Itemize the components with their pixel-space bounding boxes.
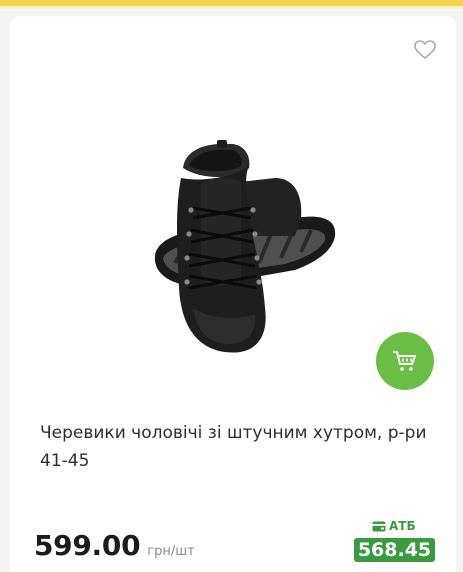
favorite-heart-icon[interactable] — [414, 40, 436, 60]
club-price-label: АТБ — [372, 519, 416, 533]
product-price: 599.00 — [34, 529, 141, 562]
cart-icon — [393, 351, 416, 371]
top-stripe — [0, 0, 463, 9]
club-label-text: АТБ — [389, 519, 416, 533]
product-image-boots[interactable] — [145, 138, 345, 360]
club-price: 568.45 — [354, 538, 435, 562]
add-to-cart-button[interactable] — [376, 332, 434, 390]
wallet-card-icon — [372, 521, 386, 531]
price-unit: грн/шт — [147, 544, 195, 559]
product-card[interactable]: Черевики чоловічі зі штучним хутром, р-р… — [10, 16, 456, 572]
price-row: 599.00 грн/шт — [34, 529, 195, 562]
product-title[interactable]: Черевики чоловічі зі штучним хутром, р-р… — [40, 419, 435, 475]
